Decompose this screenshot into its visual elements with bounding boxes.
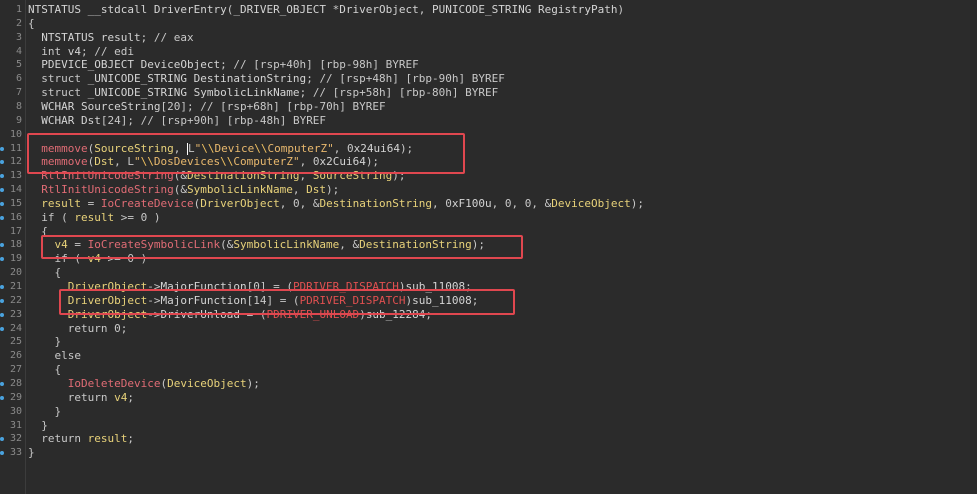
line-number: 17 <box>9 225 22 237</box>
code-text: WCHAR SourceString[20]; // [rsp+68h] [rb… <box>41 99 386 113</box>
code-text: } <box>28 446 35 460</box>
line-number: 24 <box>9 322 22 334</box>
code-text: } <box>28 418 48 432</box>
line-number: 32 <box>9 433 22 445</box>
line-number: 21 <box>9 281 22 292</box>
line-number: 13 <box>9 170 22 182</box>
code-text: NTSTATUS result; // eax <box>41 30 194 44</box>
line-number: 3 <box>15 31 22 43</box>
code-text: v4 = IoCreateSymbolicLink(&SymbolicLinkN… <box>54 238 486 252</box>
code-text: DriverObject->MajorFunction[0] = (PDRIVE… <box>67 280 472 293</box>
line-number: 1 <box>15 4 22 15</box>
line-number: 22 <box>9 294 22 306</box>
line-number: 28 <box>9 377 22 389</box>
code-text: PDEVICE_OBJECT DeviceObject; // [rsp+40h… <box>41 58 419 72</box>
line-number: 19 <box>9 253 22 265</box>
line-number: 18 <box>9 239 22 251</box>
code-text: int v4; // edi <box>41 44 134 58</box>
line-number: 2 <box>15 17 22 29</box>
code-text: if ( v4 >= 0 ) <box>54 252 148 266</box>
line-number: 7 <box>15 87 22 99</box>
line-number: 33 <box>9 447 22 459</box>
code-text: return result; <box>41 432 134 446</box>
line-number: 25 <box>9 336 22 348</box>
code-text: IoDeleteDevice(DeviceObject); <box>67 376 260 390</box>
line-number: 15 <box>9 197 22 209</box>
code-text: DriverObject->DriverUnload = (PDRIVER_UN… <box>67 307 433 321</box>
line-number: 20 <box>9 267 22 279</box>
line-number: 9 <box>15 114 22 126</box>
code-text: NTSTATUS __stdcall DriverEntry(_DRIVER_O… <box>28 3 625 16</box>
code-text: memmove(Dst, L"\\DosDevices\\ComputerZ",… <box>41 155 380 169</box>
code-text: if ( result >= 0 ) <box>41 210 161 224</box>
code-text: } <box>28 335 62 349</box>
code-text: { <box>28 16 35 30</box>
code-text: RtlInitUnicodeString(&SymbolicLinkName, … <box>41 183 340 197</box>
line-number: 14 <box>9 184 22 196</box>
line-number: 30 <box>9 405 22 417</box>
line-number: 12 <box>9 156 22 168</box>
code-text: else <box>54 349 82 363</box>
line-number: 26 <box>9 350 22 362</box>
code-text: { <box>28 224 48 238</box>
code-text: return v4; <box>67 390 134 404</box>
line-number: 5 <box>15 59 22 71</box>
code-text: { <box>28 363 62 377</box>
line-number: 8 <box>15 100 22 112</box>
code-text: RtlInitUnicodeString(&DestinationString,… <box>41 169 406 183</box>
line-number: 4 <box>15 45 22 57</box>
line-number: 29 <box>9 391 22 403</box>
gutter-divider <box>25 0 26 494</box>
line-number: 16 <box>9 211 22 223</box>
line-number: 27 <box>9 364 22 376</box>
line-number: 23 <box>9 308 22 320</box>
code-text: result = IoCreateDevice(DriverObject, 0,… <box>41 196 645 210</box>
code-text: return 0; <box>67 321 128 335</box>
code-text: } <box>28 404 62 418</box>
pseudocode-editor[interactable]: 1 NTSTATUS __stdcall DriverEntry(_DRIVER_… <box>0 0 977 494</box>
line-number: 11 <box>9 142 22 154</box>
code-text: memmove(SourceString, L"\\Device\\Comput… <box>41 141 414 155</box>
line-number: 31 <box>9 419 22 431</box>
line-number: 10 <box>9 128 22 140</box>
code-text: struct _UNICODE_STRING SymbolicLinkName;… <box>41 86 499 100</box>
line-number: 6 <box>15 73 22 85</box>
code-text: struct _UNICODE_STRING DestinationString… <box>41 72 505 86</box>
code-text: DriverObject->MajorFunction[14] = (PDRIV… <box>67 293 479 307</box>
code-text: WCHAR Dst[24]; // [rsp+90h] [rbp-48h] BY… <box>41 113 327 127</box>
code-text: { <box>28 266 62 280</box>
